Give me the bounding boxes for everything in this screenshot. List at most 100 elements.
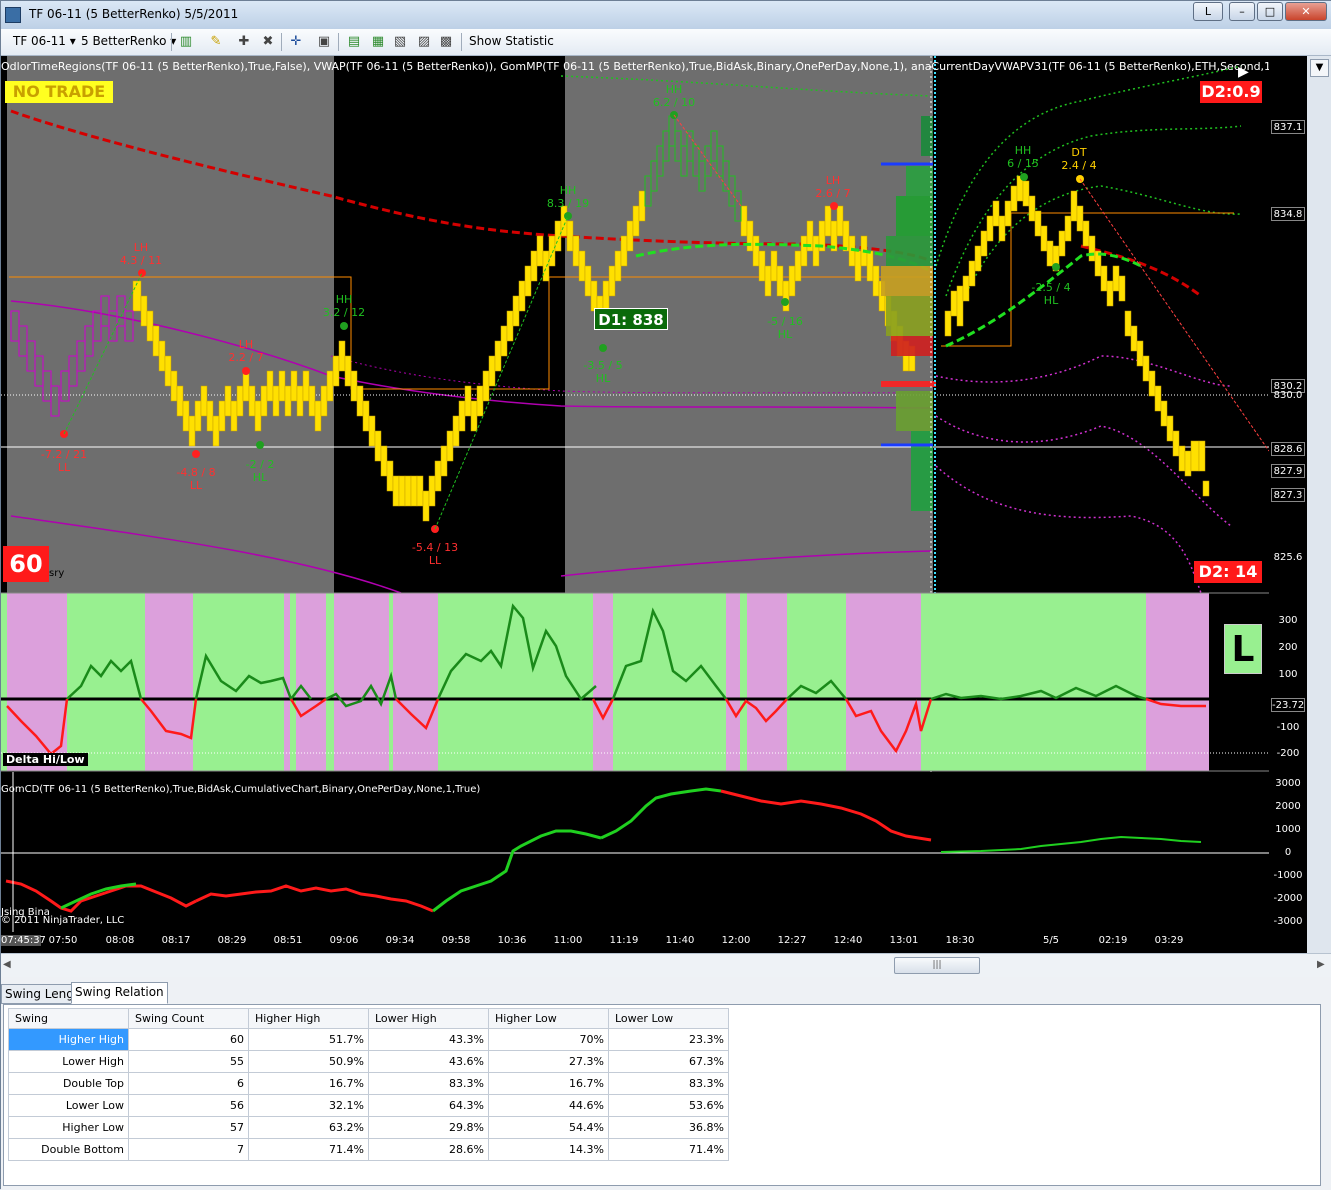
swing-name-cell: Higher Low <box>8 1116 129 1139</box>
data-box-icon[interactable]: ▣ <box>315 34 333 50</box>
table-cell: 32.1% <box>248 1094 369 1117</box>
swing-label: LH 2.6 / 7 <box>803 174 863 200</box>
count-suffix: sry <box>49 568 65 579</box>
link-button[interactable]: L <box>1193 2 1223 21</box>
d2-bottom-badge: D2: 14 <box>1194 561 1262 583</box>
column-header[interactable]: Higher High <box>248 1008 369 1029</box>
minimize-button[interactable]: – <box>1229 2 1255 21</box>
app-icon <box>5 7 21 23</box>
table-cell: 71.4% <box>608 1138 729 1161</box>
scroll-thumb[interactable]: ||| <box>894 957 980 974</box>
swing-label-top: -7.2 / 21 <box>40 448 88 461</box>
swing-label-bottom: 8.3 / 19 <box>546 197 590 210</box>
play-icon[interactable]: ▶ <box>1238 64 1249 80</box>
delta-axis-label: -23.72 <box>1271 698 1305 712</box>
price-label: 825.6 <box>1273 552 1303 563</box>
swing-label-top: HH <box>665 83 683 96</box>
table-cell: 56 <box>128 1094 249 1117</box>
chart-toolbar: TF 06-11 ▾ 5 BetterRenko ▾ ▥ ✎ ✚ ✖ ✛ ▣ ▤… <box>1 29 1331 56</box>
swing-label-top: LH <box>825 174 841 187</box>
table-row[interactable]: Lower Low 56 32.1% 64.3% 44.6% 53.6% <box>8 1094 729 1117</box>
swing-label: LH 2.2 / 7 <box>216 338 276 364</box>
swing-label-top: -2.5 / 4 <box>1031 281 1071 294</box>
swing-label: HH 8.3 / 19 <box>538 184 598 210</box>
zoom-in-icon[interactable]: ✚ <box>235 34 253 50</box>
swing-label-bottom: 2.4 / 4 <box>1061 159 1097 172</box>
time-axis-label: 12:00 <box>721 935 751 946</box>
table-row[interactable]: Double Top 6 16.7% 83.3% 16.7% 83.3% <box>8 1072 729 1095</box>
pencil-icon[interactable]: ✎ <box>207 34 225 50</box>
price-label: 827.9 <box>1271 464 1305 478</box>
delta-axis-label: 200 <box>1278 642 1298 653</box>
column-header[interactable]: Swing Count <box>128 1008 249 1029</box>
chart-panels[interactable]: OdlorTimeRegions(TF 06-11 (5 BetterRenko… <box>1 56 1331 953</box>
time-axis-label: 07:50 <box>48 935 78 946</box>
swing-label-bottom: HL <box>595 372 611 385</box>
chart-properties-icon[interactable]: ▧ <box>391 34 409 50</box>
delta-axis-label: -100 <box>1276 722 1300 733</box>
chart-window: TF 06-11 (5 BetterRenko) 5/5/2011 L – □ … <box>0 0 1331 1190</box>
indicator-list-label: OdlorTimeRegions(TF 06-11 (5 BetterRenko… <box>1 60 1269 73</box>
delta-label: Delta Hi/Low <box>3 753 88 766</box>
table-cell: 29.8% <box>368 1116 489 1139</box>
table-cell: 57 <box>128 1116 249 1139</box>
gomcd-axis-label: 3000 <box>1275 778 1301 789</box>
tab-swing-relation[interactable]: Swing Relation <box>71 982 168 1004</box>
export-icon[interactable]: ▩ <box>437 34 455 50</box>
table-cell: 67.3% <box>608 1050 729 1073</box>
column-header[interactable]: Swing <box>8 1008 129 1029</box>
time-axis-label: 08:08 <box>105 935 135 946</box>
column-header[interactable]: Lower High <box>368 1008 489 1029</box>
swing-label-top: -2 / 2 <box>245 458 275 471</box>
swing-name-cell: Lower High <box>8 1050 129 1073</box>
indicators-icon[interactable]: ▤ <box>345 34 363 50</box>
swing-label-bottom: 2.6 / 7 <box>815 187 851 200</box>
chevron-down-icon: ▾ <box>69 34 76 48</box>
horizontal-scrollbar[interactable]: ◀ ||| ▶ <box>1 953 1331 977</box>
gomcd-axis-label: -2000 <box>1273 893 1303 904</box>
right-scroll-strip: ▼ <box>1307 56 1331 953</box>
table-cell: 53.6% <box>608 1094 729 1117</box>
bar-style-icon[interactable]: ▥ <box>177 34 195 50</box>
table-row[interactable]: Lower High 55 50.9% 43.6% 27.3% 67.3% <box>8 1050 729 1073</box>
table-cell: 55 <box>128 1050 249 1073</box>
table-row[interactable]: Higher High 60 51.7% 43.3% 70% 23.3% <box>8 1028 729 1051</box>
table-cell: 51.7% <box>248 1028 369 1051</box>
table-cell: 16.7% <box>248 1072 369 1095</box>
scroll-right-icon[interactable]: ▶ <box>1317 959 1325 970</box>
table-row[interactable]: Higher Low 57 63.2% 29.8% 54.4% 36.8% <box>8 1116 729 1139</box>
print-icon[interactable]: ▨ <box>415 34 433 50</box>
table-cell: 60 <box>128 1028 249 1051</box>
table-cell: 64.3% <box>368 1094 489 1117</box>
table-cell: 6 <box>128 1072 249 1095</box>
column-header[interactable]: Lower Low <box>608 1008 729 1029</box>
close-button[interactable]: ✕ <box>1285 2 1327 21</box>
scroll-left-icon[interactable]: ◀ <box>3 959 11 970</box>
table-cell: 36.8% <box>608 1116 729 1139</box>
time-axis-label: 11:00 <box>553 935 583 946</box>
swing-label: DT 2.4 / 4 <box>1049 146 1109 172</box>
instrument-dropdown[interactable]: TF 06-11 ▾ <box>13 34 76 48</box>
time-axis-label: 09:34 <box>385 935 415 946</box>
zoom-out-icon[interactable]: ✖ <box>259 34 277 50</box>
chevron-down-icon[interactable]: ▼ <box>1310 59 1329 77</box>
table-cell: 70% <box>488 1028 609 1051</box>
swing-label: -3.5 / 5 HL <box>573 359 633 385</box>
maximize-button[interactable]: □ <box>1257 2 1283 21</box>
table-cell: 83.3% <box>608 1072 729 1095</box>
copyright-label: © 2011 NinjaTrader, LLC <box>1 915 125 926</box>
strategies-icon[interactable]: ▦ <box>369 34 387 50</box>
bar-type-dropdown[interactable]: 5 BetterRenko ▾ <box>81 34 176 48</box>
swing-label-top: -4.8 / 8 <box>176 466 216 479</box>
table-cell: 28.6% <box>368 1138 489 1161</box>
gomcd-axis-label: -3000 <box>1273 916 1303 927</box>
time-axis-label: 08:29 <box>217 935 247 946</box>
table-row[interactable]: Double Bottom 7 71.4% 28.6% 14.3% 71.4% <box>8 1138 729 1161</box>
column-header[interactable]: Higher Low <box>488 1008 609 1029</box>
table-cell: 27.3% <box>488 1050 609 1073</box>
price-label: 830.0 <box>1273 390 1303 401</box>
swing-label: -5.4 / 13 LL <box>405 541 465 567</box>
show-statistic-button[interactable]: Show Statistic <box>469 34 554 48</box>
crosshair-icon[interactable]: ✛ <box>287 34 305 50</box>
d2-top-badge: D2:0.9 <box>1200 81 1262 103</box>
